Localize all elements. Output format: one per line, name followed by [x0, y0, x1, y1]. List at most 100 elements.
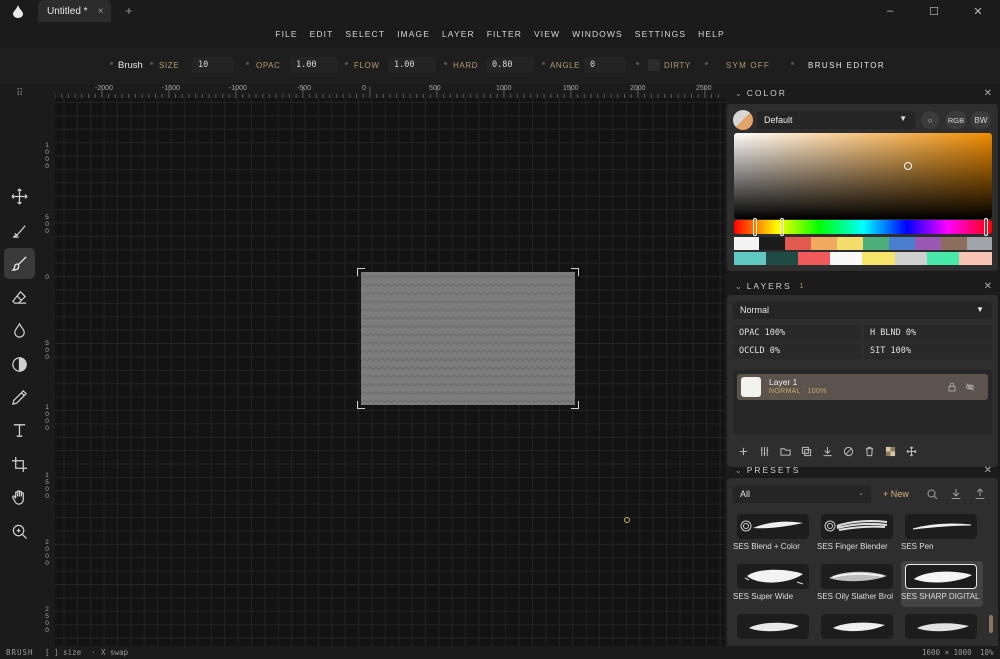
hard-field[interactable]: 0.80 [486, 57, 534, 73]
preset-item[interactable]: SES Super Wide [733, 564, 815, 601]
menu-image[interactable]: IMAGE [391, 29, 436, 39]
color-swatch[interactable] [734, 237, 759, 250]
menu-view[interactable]: VIEW [528, 29, 566, 39]
saturation-value-picker[interactable] [734, 133, 992, 219]
menu-select[interactable]: SELECT [339, 29, 391, 39]
presets-panel-header[interactable]: ⌄ PRESETS ✕ [727, 461, 998, 479]
color-swatch[interactable] [927, 252, 959, 265]
text-tool[interactable] [4, 415, 35, 446]
hue-slider[interactable] [734, 220, 992, 234]
canvas-viewport[interactable] [55, 98, 725, 646]
blur-tool[interactable] [4, 315, 35, 346]
menu-settings[interactable]: SETTINGS [629, 29, 692, 39]
export-preset-icon[interactable] [974, 488, 986, 500]
palette-select[interactable]: Default ▼ [757, 111, 915, 129]
color-swatch[interactable] [959, 252, 992, 265]
menu-help[interactable]: HELP [692, 29, 731, 39]
symmetry-toggle[interactable]: SYM OFF [726, 61, 770, 70]
zoom-tool[interactable] [4, 516, 35, 547]
color-swatch[interactable] [862, 252, 895, 265]
color-wheel-mode-button[interactable]: ○ [921, 111, 939, 129]
chevron-down-icon[interactable]: ⌄ [735, 466, 742, 475]
blend-mode-select[interactable]: Normal ▼ [733, 302, 992, 319]
layer-group-button[interactable] [777, 443, 794, 460]
flow-field[interactable]: 1.00 [388, 57, 436, 73]
hue-slider-handle[interactable] [780, 218, 784, 236]
color-swatch[interactable] [863, 237, 889, 250]
layer-adjust-button[interactable] [756, 443, 773, 460]
layer-occlude-field[interactable]: OCCLD 0% [733, 343, 861, 359]
hue-slider-handle[interactable] [984, 218, 988, 236]
document-tab[interactable]: Untitled * × [38, 0, 112, 22]
move-layer-button[interactable] [903, 443, 920, 460]
preset-item[interactable]: SES SHARP DIGITAL [901, 561, 983, 607]
clear-layer-button[interactable] [840, 443, 857, 460]
layer-row[interactable]: Layer 1 NORMAL · 100% [737, 374, 988, 400]
layers-panel-header[interactable]: ⌄ LAYERS 1 ✕ [727, 277, 998, 295]
canvas-corner-handle[interactable] [571, 401, 579, 409]
import-preset-icon[interactable] [950, 488, 962, 500]
color-swatch[interactable] [837, 237, 863, 250]
color-swatch[interactable] [830, 252, 862, 265]
delete-layer-button[interactable] [861, 443, 878, 460]
smudge-tool[interactable] [4, 215, 35, 246]
canvas-corner-handle[interactable] [571, 268, 579, 276]
canvas-corner-handle[interactable] [357, 268, 365, 276]
close-icon[interactable]: ✕ [984, 281, 992, 292]
eraser-tool[interactable] [4, 282, 35, 313]
maximize-button[interactable]: ☐ [912, 0, 956, 22]
brush-tool[interactable] [4, 248, 35, 279]
menu-edit[interactable]: EDIT [304, 29, 340, 39]
layer-h-blend-field[interactable]: H BLND 0% [864, 325, 992, 341]
menu-layer[interactable]: LAYER [436, 29, 481, 39]
layer-opacity-field[interactable]: OPAC 100% [733, 325, 861, 341]
menu-file[interactable]: FILE [269, 29, 303, 39]
size-field[interactable]: 10 [192, 57, 234, 73]
color-swatch[interactable] [785, 237, 811, 250]
minimize-button[interactable]: – [868, 0, 912, 22]
brush-editor-button[interactable]: BRUSH EDITOR [808, 61, 885, 70]
new-preset-button[interactable]: + New [883, 489, 909, 499]
fg-bg-color-swatch[interactable] [733, 110, 753, 130]
layer-mask-button[interactable] [882, 443, 899, 460]
color-swatch[interactable] [941, 237, 967, 250]
preset-item[interactable]: SES Blend + Color [733, 514, 815, 551]
chevron-down-icon[interactable]: ⌄ [735, 282, 742, 291]
chevron-down-icon[interactable]: ⌄ [735, 89, 742, 98]
add-layer-button[interactable] [735, 443, 752, 460]
hand-tool[interactable] [4, 482, 35, 513]
eyedropper-tool[interactable] [4, 382, 35, 413]
color-swatch[interactable] [889, 237, 915, 250]
merge-down-button[interactable] [819, 443, 836, 460]
grip-icon[interactable]: ⠿ [16, 88, 23, 99]
menu-filter[interactable]: FILTER [481, 29, 528, 39]
canvas-corner-handle[interactable] [357, 401, 365, 409]
tab-close-icon[interactable]: × [98, 6, 104, 17]
color-swatch[interactable] [811, 237, 837, 250]
dirty-checkbox[interactable] [648, 59, 660, 71]
crop-tool[interactable] [4, 449, 35, 480]
color-swatch[interactable] [967, 237, 992, 250]
color-swatch[interactable] [895, 252, 927, 265]
color-swatch[interactable] [766, 252, 798, 265]
opac-field[interactable]: 1.00 [290, 57, 338, 73]
document-canvas[interactable] [361, 272, 575, 405]
hue-slider-handle[interactable] [753, 218, 757, 236]
lock-icon[interactable] [947, 382, 957, 392]
color-panel-header[interactable]: ⌄ COLOR ✕ [727, 84, 998, 102]
rgb-mode-button[interactable]: RGB [945, 111, 967, 129]
presets-scrollbar[interactable] [989, 615, 993, 633]
bw-mode-button[interactable]: BW [971, 111, 991, 129]
preset-item[interactable]: SES Oily Slather Brol [817, 564, 899, 601]
preset-item[interactable]: SES Finger Blender [817, 514, 899, 551]
preset-item[interactable] [817, 614, 899, 639]
move-tool[interactable] [4, 181, 35, 212]
close-icon[interactable]: ✕ [984, 465, 992, 476]
color-swatch[interactable] [915, 237, 941, 250]
duplicate-layer-button[interactable] [798, 443, 815, 460]
close-icon[interactable]: ✕ [984, 88, 992, 99]
angle-field[interactable]: 0 [584, 57, 626, 73]
preset-item[interactable] [733, 614, 815, 639]
preset-filter-select[interactable]: All ⌄ [733, 486, 871, 503]
dodge-tool[interactable] [4, 349, 35, 380]
